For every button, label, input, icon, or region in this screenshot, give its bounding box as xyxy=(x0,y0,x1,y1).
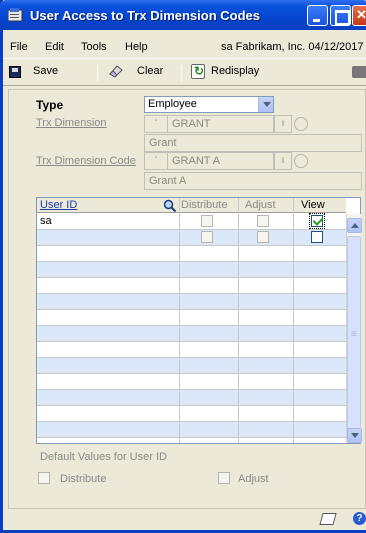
window-title: User Access to Trx Dimension Codes xyxy=(30,8,260,23)
trx-dimension-field: GRANT xyxy=(167,115,274,133)
type-value: Employee xyxy=(148,98,197,110)
view-checkbox[interactable] xyxy=(311,231,323,243)
column-view: View xyxy=(301,199,325,211)
table-row[interactable] xyxy=(37,246,346,262)
trx-dimension-code-label: Trx Dimension Code xyxy=(36,155,136,167)
table-row[interactable] xyxy=(37,326,346,342)
type-dropdown[interactable]: Employee xyxy=(144,96,274,113)
app-window: User Access to Trx Dimension Codes File … xyxy=(0,0,366,533)
close-button[interactable] xyxy=(352,5,366,26)
app-icon xyxy=(8,8,23,22)
column-user-id[interactable]: User ID xyxy=(40,199,77,211)
trx-dimension-lookup-button: ı xyxy=(274,115,292,133)
scroll-up-icon[interactable] xyxy=(347,218,362,233)
trx-dimension-code-expand-icon xyxy=(294,154,308,168)
trx-dimension-code-field: GRANT A xyxy=(167,152,274,170)
trx-dimension-label: Trx Dimension xyxy=(36,117,107,129)
table-row[interactable] xyxy=(37,342,346,358)
view-checkbox[interactable] xyxy=(309,213,325,229)
default-values-label: Default Values for User ID xyxy=(40,451,167,463)
table-row[interactable] xyxy=(37,278,346,294)
trx-dimension-code-lookup-button: ı xyxy=(274,152,292,170)
scroll-down-icon[interactable] xyxy=(347,428,362,443)
print-icon[interactable] xyxy=(352,66,366,78)
table-row[interactable] xyxy=(37,294,346,310)
scroll-thumb[interactable] xyxy=(347,236,361,436)
user-id-cell[interactable]: sa xyxy=(40,215,52,227)
redisplay-icon[interactable] xyxy=(191,64,205,79)
trx-dimension-lookup-segment: ʻ xyxy=(144,115,168,133)
eraser-icon[interactable] xyxy=(108,64,124,78)
table-row[interactable] xyxy=(37,390,346,406)
clear-button[interactable]: Clear xyxy=(137,65,163,77)
trx-dimension-code-lookup-segment: ʻ xyxy=(144,152,168,170)
distribute-checkbox xyxy=(201,231,213,243)
column-divider xyxy=(179,198,180,443)
toolbar-separator xyxy=(97,65,98,81)
default-adjust-checkbox xyxy=(218,472,230,484)
column-divider xyxy=(238,198,239,443)
minimize-button[interactable] xyxy=(307,5,328,26)
trx-dimension-description: Grant xyxy=(144,134,362,152)
table-row[interactable] xyxy=(37,310,346,326)
help-icon[interactable]: ? xyxy=(353,512,366,525)
user-company-date: sa Fabrikam, Inc. 04/12/2017 xyxy=(221,41,364,53)
default-distribute-label: Distribute xyxy=(60,473,107,485)
toolbar-separator xyxy=(181,65,182,81)
table-row[interactable] xyxy=(37,230,346,246)
trx-dimension-expand-icon xyxy=(294,117,308,131)
table-row[interactable] xyxy=(37,422,346,438)
toolbar: Save Clear Redisplay xyxy=(3,58,366,86)
table-row[interactable] xyxy=(37,262,346,278)
column-adjust: Adjust xyxy=(245,199,276,211)
column-distribute: Distribute xyxy=(181,199,228,211)
title-bar[interactable]: User Access to Trx Dimension Codes xyxy=(0,0,366,30)
type-label: Type xyxy=(36,98,64,112)
default-distribute-checkbox xyxy=(38,472,50,484)
menu-bar: File Edit Tools Help sa Fabrikam, Inc. 0… xyxy=(3,38,366,56)
table-row[interactable]: sa xyxy=(37,213,346,230)
search-icon[interactable] xyxy=(163,199,177,212)
maximize-button[interactable] xyxy=(330,5,351,26)
menu-file[interactable]: File xyxy=(10,41,28,53)
note-icon[interactable] xyxy=(319,513,337,525)
column-divider xyxy=(293,198,294,443)
table-row[interactable] xyxy=(37,358,346,374)
grid-scrollbar[interactable] xyxy=(346,214,362,443)
adjust-checkbox xyxy=(257,231,269,243)
menu-edit[interactable]: Edit xyxy=(45,41,64,53)
table-row[interactable] xyxy=(37,374,346,390)
chevron-down-icon[interactable] xyxy=(258,97,273,112)
menu-tools[interactable]: Tools xyxy=(81,41,107,53)
trx-dimension-code-description: Grant A xyxy=(144,172,362,190)
save-icon[interactable] xyxy=(9,66,21,78)
adjust-checkbox xyxy=(257,215,269,227)
save-button[interactable]: Save xyxy=(33,65,58,77)
redisplay-button[interactable]: Redisplay xyxy=(211,65,259,77)
menu-help[interactable]: Help xyxy=(125,41,148,53)
table-row[interactable] xyxy=(37,406,346,422)
distribute-checkbox xyxy=(201,215,213,227)
user-access-grid: User ID Distribute Adjust View sa xyxy=(36,197,362,444)
grid-header: User ID Distribute Adjust View xyxy=(37,198,346,213)
default-adjust-label: Adjust xyxy=(238,473,269,485)
